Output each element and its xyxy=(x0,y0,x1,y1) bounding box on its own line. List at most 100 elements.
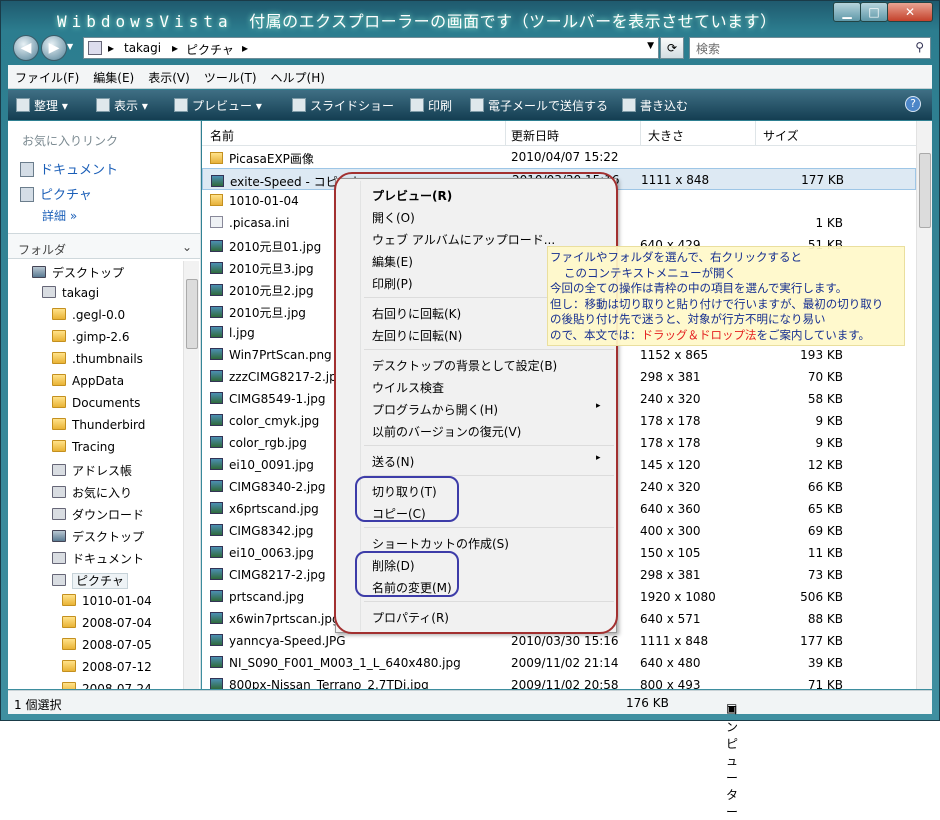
forward-button[interactable]: ▶ xyxy=(41,35,67,61)
maximize-button[interactable]: □ xyxy=(860,2,888,22)
search-icon[interactable]: ⚲ xyxy=(915,40,924,54)
email-button[interactable]: 電子メールで送信する xyxy=(470,97,608,114)
column-dimensions[interactable]: 大きさ xyxy=(648,127,684,144)
minimize-button[interactable]: ▁ xyxy=(833,2,861,22)
table-row[interactable]: yanncya-Speed.JPG 2010/03/30 15:16 1111 x … xyxy=(202,630,916,652)
favorite-pictures[interactable]: ピクチャ xyxy=(20,184,92,203)
burn-button[interactable]: 書き込む xyxy=(622,97,688,114)
scroll-thumb[interactable] xyxy=(186,279,198,349)
file-list-scrollbar[interactable] xyxy=(916,121,932,689)
menu-item-rotate-right[interactable]: 右回りに回転(K) xyxy=(372,305,461,322)
tree-item[interactable]: 2008-07-05 xyxy=(62,638,152,652)
column-name[interactable]: 名前 xyxy=(210,127,234,144)
menu-tools[interactable]: ツール(T) xyxy=(197,65,264,86)
tree-item[interactable]: 1010-01-04 xyxy=(62,594,152,608)
help-icon[interactable]: ? xyxy=(905,96,921,112)
tree-item[interactable]: 2008-07-12 xyxy=(62,660,152,674)
menu-item-send-to[interactable]: 送る(N) ▸ xyxy=(372,453,608,470)
history-dropdown-icon[interactable]: ▼ xyxy=(67,42,77,52)
menu-item-properties[interactable]: プロパティ(R) xyxy=(372,609,449,626)
tree-item-desktop[interactable]: デスクトップ xyxy=(32,264,124,281)
favorite-documents[interactable]: ドキュメント xyxy=(20,159,118,178)
file-dimensions: 178 x 178 xyxy=(640,436,701,450)
slideshow-button[interactable]: スライドショー xyxy=(292,97,394,114)
search-input[interactable]: 検索 ⚲ xyxy=(689,37,931,59)
file-size: 11 KB xyxy=(807,546,843,560)
image-file-icon xyxy=(210,634,223,646)
menu-help[interactable]: ヘルプ(H) xyxy=(264,65,332,86)
address-dropdown-icon[interactable]: ▼ xyxy=(647,41,654,51)
tree-item[interactable]: ダウンロード xyxy=(52,506,144,523)
image-file-icon xyxy=(210,546,223,558)
menu-view[interactable]: 表示(V) xyxy=(141,65,197,86)
organize-button[interactable]: 整理 ▾ xyxy=(16,97,68,114)
table-row[interactable]: PicasaEXP画像 2010/04/07 15:22 xyxy=(202,146,916,168)
tree-item[interactable]: AppData xyxy=(52,374,124,388)
menu-item-print[interactable]: 印刷(P) xyxy=(372,275,413,292)
more-link[interactable]: 詳細 » xyxy=(42,207,77,224)
menu-item-rotate-left[interactable]: 左回りに回転(N) xyxy=(372,327,462,344)
refresh-button[interactable]: ⟳ xyxy=(660,37,684,59)
table-row[interactable]: NI_S090_F001_M003_1_L_640x480.jpg 2009/11… xyxy=(202,652,916,674)
tree-item[interactable]: .gegl-0.0 xyxy=(52,308,125,322)
column-size[interactable]: サイズ xyxy=(763,127,799,144)
navigation-pane: お気に入りリンク ドキュメント ピクチャ 詳細 » フォルダ ⌄ デスクトップ t… xyxy=(8,121,201,689)
breadcrumb-takagi[interactable]: takagi xyxy=(124,41,161,55)
menu-file[interactable]: ファイル(F) xyxy=(8,65,86,86)
tree-item[interactable]: Thunderbird xyxy=(52,418,145,432)
file-dimensions: 298 x 381 xyxy=(640,568,701,582)
tree-item[interactable]: Documents xyxy=(52,396,140,410)
breadcrumb-separator-icon[interactable]: ▸ xyxy=(172,41,178,55)
tree-item[interactable]: 2008-07-04 xyxy=(62,616,152,630)
folder-icon xyxy=(210,194,223,206)
menu-item-open[interactable]: 開く(O) xyxy=(372,209,415,226)
file-size: 69 KB xyxy=(807,524,843,538)
menu-item-cut[interactable]: 切り取り(T) xyxy=(372,483,437,500)
menu-edit[interactable]: 編集(E) xyxy=(86,65,141,86)
menu-item-preview[interactable]: プレビュー(R) xyxy=(372,187,452,204)
menu-item-restore-previous[interactable]: 以前のバージョンの復元(V) xyxy=(372,423,521,440)
folders-header[interactable]: フォルダ ⌄ xyxy=(8,233,200,259)
folder-icon xyxy=(52,440,66,452)
preview-button[interactable]: プレビュー ▾ xyxy=(174,97,262,114)
tree-item[interactable]: .thumbnails xyxy=(52,352,143,366)
breadcrumb-pictures[interactable]: ピクチャ xyxy=(186,41,234,58)
tree-item[interactable]: お気に入り xyxy=(52,484,132,501)
menu-item-copy[interactable]: コピー(C) xyxy=(372,505,426,522)
file-name: x6win7prtscan.jpg xyxy=(210,612,340,626)
scroll-thumb[interactable] xyxy=(919,153,931,228)
file-name: .picasa.ini xyxy=(210,216,289,230)
image-file-icon xyxy=(210,656,223,668)
menu-item-delete[interactable]: 削除(D) xyxy=(372,557,415,574)
tree-item[interactable]: Tracing xyxy=(52,440,115,454)
menu-item-upload-album[interactable]: ウェブ アルバムにアップロード... xyxy=(372,231,555,248)
menu-item-rename[interactable]: 名前の変更(M) xyxy=(372,579,452,596)
breadcrumb-separator-icon[interactable]: ▸ xyxy=(108,41,114,55)
chevron-down-icon[interactable]: ⌄ xyxy=(182,240,192,254)
disc-icon xyxy=(622,98,636,112)
table-row[interactable]: 800px-Nissan_Terrano_2.7TDi.jpg 2009/11/0… xyxy=(202,674,916,689)
menu-item-virus-scan[interactable]: ウイルス検査 xyxy=(372,379,444,396)
print-button[interactable]: 印刷 xyxy=(410,97,452,114)
view-button[interactable]: 表示 ▾ xyxy=(96,97,148,114)
tree-item[interactable]: .gimp-2.6 xyxy=(52,330,130,344)
menu-item-create-shortcut[interactable]: ショートカットの作成(S) xyxy=(372,535,509,552)
tree-item[interactable]: 2008-07-24 xyxy=(62,682,152,689)
column-date[interactable]: 更新日時 xyxy=(511,127,559,144)
back-button[interactable]: ◀ xyxy=(13,35,39,61)
menu-item-edit[interactable]: 編集(E) xyxy=(372,253,413,270)
tree-item-takagi[interactable]: takagi xyxy=(42,286,99,300)
tree-item[interactable]: アドレス帳 xyxy=(52,462,132,479)
address-bar[interactable]: ▸ takagi ▸ ピクチャ ▸ ▼ xyxy=(83,37,659,59)
title-bar[interactable]: WibdowsVista 付属のエクスプローラーの画面です（ツールバーを表示させ… xyxy=(1,1,939,33)
status-size: 176 KB xyxy=(626,696,669,710)
menu-item-open-with[interactable]: プログラムから開く(H) ▸ xyxy=(372,401,608,418)
tree-item[interactable]: デスクトップ xyxy=(52,528,144,545)
menu-item-set-desktop-background[interactable]: デスクトップの背景として設定(B) xyxy=(372,357,557,374)
breadcrumb-separator-icon[interactable]: ▸ xyxy=(242,41,248,55)
nav-scrollbar[interactable] xyxy=(183,261,199,689)
tree-item-pictures-selected[interactable]: ピクチャ xyxy=(52,572,128,589)
tree-item[interactable]: ドキュメント xyxy=(52,550,144,567)
command-toolbar: 整理 ▾ 表示 ▾ プレビュー ▾ スライドショー 印刷 電子メールで送信する … xyxy=(8,90,932,120)
close-button[interactable]: ✕ xyxy=(887,2,933,22)
